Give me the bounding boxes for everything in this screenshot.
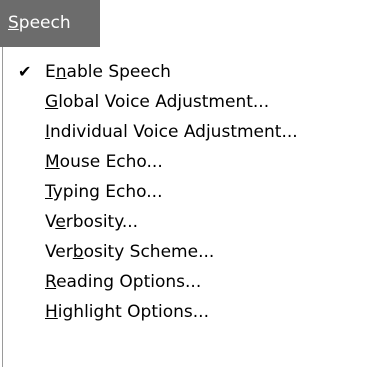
menu-item-verbosity[interactable]: Verbosity... — [0, 207, 377, 237]
menu-item-individual-voice-adjustment[interactable]: Individual Voice Adjustment... — [0, 117, 377, 147]
menu-item-enable-speech[interactable]: ✔ Enable Speech — [0, 57, 377, 87]
menu-speech-label: Speech — [8, 13, 71, 33]
menu-item-global-voice-adjustment[interactable]: Global Voice Adjustment... — [0, 87, 377, 117]
menu-item-mouse-echo[interactable]: Mouse Echo... — [0, 147, 377, 177]
menu-speech[interactable]: Speech — [0, 0, 100, 47]
menu-item-verbosity-scheme[interactable]: Verbosity Scheme... — [0, 237, 377, 267]
menu-item-label: Verbosity... — [45, 212, 139, 232]
speech-dropdown-menu: ✔ Enable Speech Global Voice Adjustment.… — [0, 47, 377, 367]
checkmark-icon: ✔ — [18, 62, 32, 81]
menu-item-highlight-options[interactable]: Highlight Options... — [0, 297, 377, 327]
menu-item-label: Highlight Options... — [45, 302, 209, 322]
menu-item-typing-echo[interactable]: Typing Echo... — [0, 177, 377, 207]
menu-item-label: Global Voice Adjustment... — [45, 92, 270, 112]
menu-item-label: Verbosity Scheme... — [45, 242, 215, 262]
speech-menu-screenshot: Speech ✔ Enable Speech Global Voice Adju… — [0, 0, 377, 367]
menu-item-reading-options[interactable]: Reading Options... — [0, 267, 377, 297]
menu-item-label: Individual Voice Adjustment... — [45, 122, 298, 142]
menu-item-label: Enable Speech — [45, 62, 171, 82]
menu-item-label: Reading Options... — [45, 272, 202, 292]
menu-item-label: Typing Echo... — [45, 182, 163, 202]
menu-item-label: Mouse Echo... — [45, 152, 163, 172]
